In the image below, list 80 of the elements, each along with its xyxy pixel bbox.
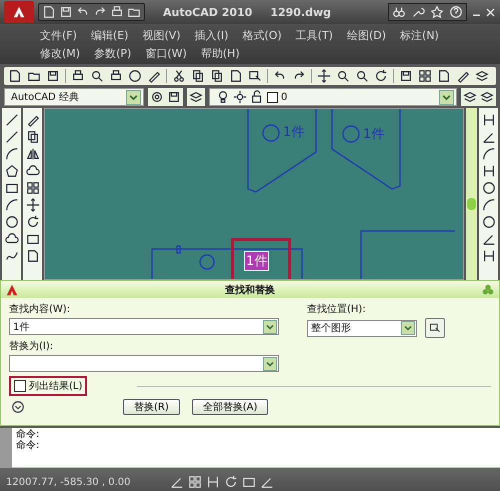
layer-color-swatch (267, 92, 278, 102)
mirror-icon[interactable] (26, 147, 40, 161)
line-icon[interactable] (4, 113, 18, 127)
dialog-title: 查找和替换 (224, 284, 276, 296)
file-name: 1290.dwg (270, 6, 332, 18)
help-icon[interactable] (449, 5, 463, 19)
layer-state-icon[interactable] (463, 90, 477, 104)
command-line: 命令: (16, 440, 40, 451)
rotate-icon[interactable] (26, 215, 40, 229)
array-icon[interactable] (26, 181, 40, 195)
menu-item[interactable]: 绘图(D) (346, 28, 386, 42)
sun-icon[interactable] (233, 90, 247, 104)
app-logo-icon[interactable] (4, 1, 34, 23)
print-preview-icon[interactable] (90, 69, 104, 83)
find-field[interactable]: 1件 (9, 318, 279, 335)
layer-previous-icon[interactable] (480, 90, 494, 104)
close-icon[interactable] (485, 6, 496, 18)
zoom-icon[interactable] (336, 69, 350, 83)
grid-icon[interactable] (188, 475, 202, 489)
app-title: AutoCAD 2010 (163, 6, 252, 18)
expand-icon[interactable] (11, 400, 25, 414)
linear-dimension-icon[interactable] (482, 113, 496, 127)
command-line: 命令: (16, 429, 40, 440)
app-logo-icon (5, 282, 19, 296)
revision-cloud-icon[interactable] (4, 232, 18, 246)
layer-dropdown[interactable]: 0 (209, 88, 457, 106)
circle-icon[interactable] (4, 215, 18, 229)
select-objects-button[interactable] (425, 318, 445, 338)
zoom-window-icon[interactable] (355, 69, 369, 83)
erase-icon[interactable] (26, 113, 40, 127)
edit-icon[interactable] (147, 69, 161, 83)
angle-icon[interactable] (260, 475, 274, 489)
location-dropdown[interactable]: 整个图形 (307, 320, 417, 336)
replace-field[interactable] (9, 355, 279, 372)
copy-object-icon[interactable] (26, 130, 40, 144)
field-label: 查找位置(H): (307, 302, 367, 316)
replace-button[interactable]: 替换(R) (123, 399, 180, 415)
clover-icon (481, 282, 495, 296)
new-file-icon[interactable] (8, 69, 22, 83)
drawing-text: 1件 (283, 124, 304, 141)
arc-icon[interactable] (4, 198, 18, 212)
menu-item[interactable]: 文件(F) (40, 28, 77, 42)
lock-icon[interactable] (250, 90, 264, 104)
bulb-icon[interactable] (216, 90, 230, 104)
save-icon[interactable] (46, 69, 60, 83)
menu-item[interactable]: 编辑(E) (90, 28, 128, 42)
binoculars-icon[interactable] (392, 5, 406, 19)
menu-item[interactable]: 帮助(H) (200, 46, 240, 60)
list-results-checkbox[interactable]: 列出结果(L) (9, 376, 88, 396)
field-label: 查找内容(W): (9, 302, 72, 316)
cut-icon[interactable] (172, 69, 186, 83)
field-label: 替换为(I): (9, 340, 54, 353)
polygon-icon[interactable] (4, 164, 18, 178)
plot-icon[interactable] (109, 69, 123, 83)
angular-icon[interactable] (482, 232, 496, 246)
move-icon[interactable] (26, 198, 40, 212)
coordinates: 12007.77, -585.30 , 0.00 (6, 476, 132, 488)
star-icon[interactable] (430, 5, 444, 19)
workspace-dropdown[interactable]: AutoCAD 经典 (4, 88, 144, 106)
drawing-text: 1件 (245, 252, 268, 270)
drawing-text: 1件 (363, 126, 384, 143)
menu-item[interactable]: 插入(I) (194, 28, 228, 42)
menu-item[interactable]: 格式(O) (242, 28, 282, 42)
replace-all-button[interactable]: 全部替换(A) (192, 399, 268, 415)
construction-line-icon[interactable] (4, 130, 18, 144)
menu-item[interactable]: 修改(M) (40, 46, 80, 60)
menu-item[interactable]: 参数(P) (94, 46, 132, 60)
settings-icon[interactable] (150, 90, 164, 104)
scrollbar[interactable] (466, 108, 477, 280)
menu-item[interactable]: 标注(N) (400, 28, 439, 42)
layer-manager-icon[interactable] (189, 90, 203, 104)
menu-item[interactable]: 工具(T) (296, 28, 333, 42)
command-line-gutter (0, 428, 12, 468)
print-icon[interactable] (71, 69, 85, 83)
pan-icon[interactable] (317, 69, 331, 83)
select-objects-icon (429, 322, 441, 334)
menu-item[interactable]: 视图(V) (142, 28, 181, 42)
rectangle-icon[interactable] (4, 181, 18, 195)
copy-icon[interactable] (191, 69, 205, 83)
menu-item[interactable]: 窗口(W) (145, 46, 187, 60)
